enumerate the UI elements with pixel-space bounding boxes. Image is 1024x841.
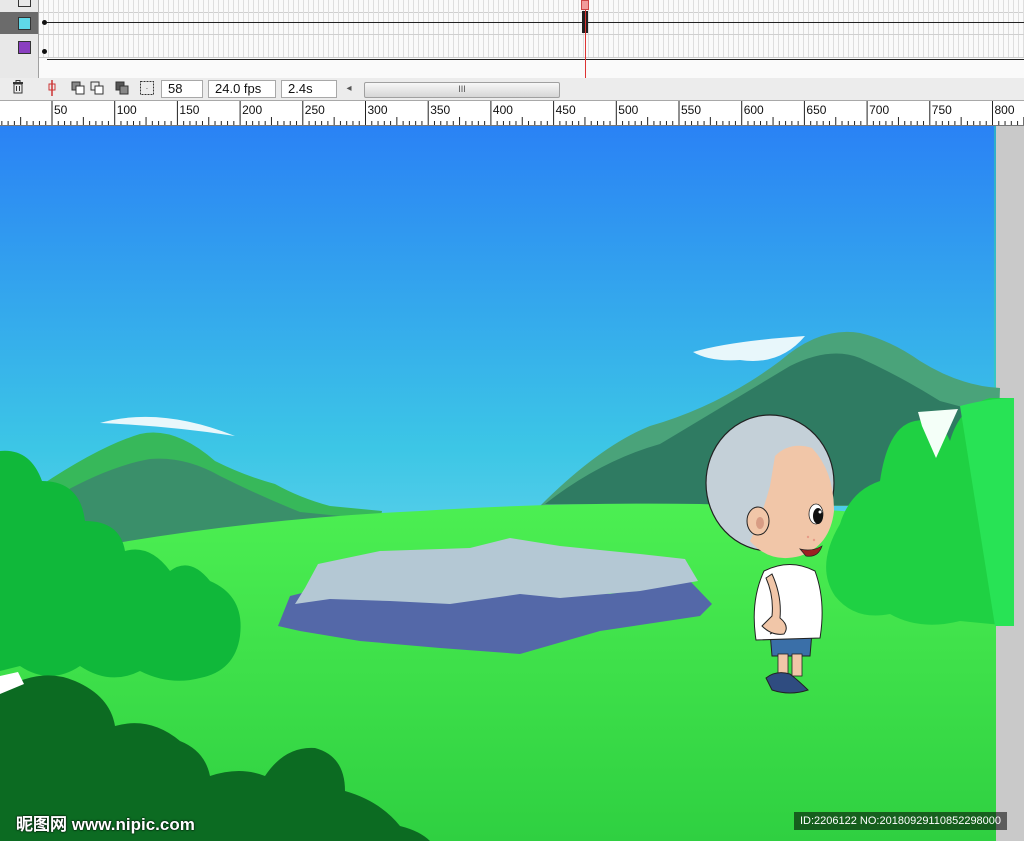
elapsed-time-field: 2.4s (281, 80, 337, 98)
edit-multiple-frames-icon[interactable] (114, 80, 130, 96)
ruler-label: 200 (242, 103, 262, 117)
layer-color-swatch-purple[interactable] (18, 41, 31, 54)
horizontal-ruler: 50 100 150 200 250 300 350 400 450 500 550 600 650 70… (0, 101, 1024, 126)
keyframe-dot[interactable] (42, 20, 47, 25)
layer-color-swatch-1[interactable] (18, 0, 31, 7)
timeline-panel (0, 0, 1024, 79)
playhead-handle[interactable] (581, 0, 589, 10)
frame-track-2[interactable] (39, 35, 1024, 60)
frame-rate-field[interactable]: 24.0 fps (208, 80, 276, 98)
ruler-label: 300 (368, 103, 388, 117)
ruler-label: 550 (681, 103, 701, 117)
current-frame-field: 58 (161, 80, 203, 98)
frame-track-1[interactable] (39, 12, 1024, 35)
ruler-label: 350 (430, 103, 450, 117)
ruler-label: 100 (117, 103, 137, 117)
ruler-label: 150 (179, 103, 199, 117)
center-playhead-icon[interactable] (44, 80, 60, 96)
ruler-label: 650 (806, 103, 826, 117)
ruler-label: 500 (618, 103, 638, 117)
layer-color-swatch-cyan[interactable] (18, 17, 31, 30)
onion-skin-icon[interactable] (70, 80, 86, 96)
ruler-label: 600 (744, 103, 764, 117)
ruler-label: 250 (305, 103, 325, 117)
modify-onion-markers-icon[interactable]: · (139, 80, 155, 96)
layer-row-2[interactable] (0, 12, 38, 34)
trash-icon[interactable] (10, 80, 26, 96)
watermark-id-badge: ID:2206122 NO:20180929110852298000 (794, 812, 1008, 830)
frame-grid[interactable] (39, 0, 1024, 78)
layer-list (0, 0, 39, 78)
playhead-line (585, 10, 586, 78)
ruler-label: 800 (995, 103, 1015, 117)
scroll-left-arrow-icon[interactable]: ◂ (342, 81, 356, 97)
watermark-site-logo: 昵图网 www.nipic.com (16, 815, 195, 834)
keyframe-dot[interactable] (42, 49, 47, 54)
ruler-label: 50 (54, 103, 68, 117)
ruler-label: 450 (556, 103, 576, 117)
timeline-status-bar: · 58 24.0 fps 2.4s ◂ III (0, 78, 1024, 101)
svg-text:·: · (146, 84, 149, 93)
ruler-label: 750 (932, 103, 952, 117)
scroll-thumb[interactable]: III (364, 82, 560, 98)
ruler-label: 400 (493, 103, 513, 117)
ruler-label: 700 (869, 103, 889, 117)
onion-skin-outlines-icon[interactable] (89, 80, 105, 96)
stage-canvas[interactable] (0, 126, 1024, 841)
timeline-horizontal-scrollbar[interactable]: ◂ III (342, 81, 562, 98)
flash-editor-window: · 58 24.0 fps 2.4s ◂ III 50 100 150 200 250 3… (0, 0, 1024, 841)
layer-row-3[interactable] (0, 36, 38, 58)
